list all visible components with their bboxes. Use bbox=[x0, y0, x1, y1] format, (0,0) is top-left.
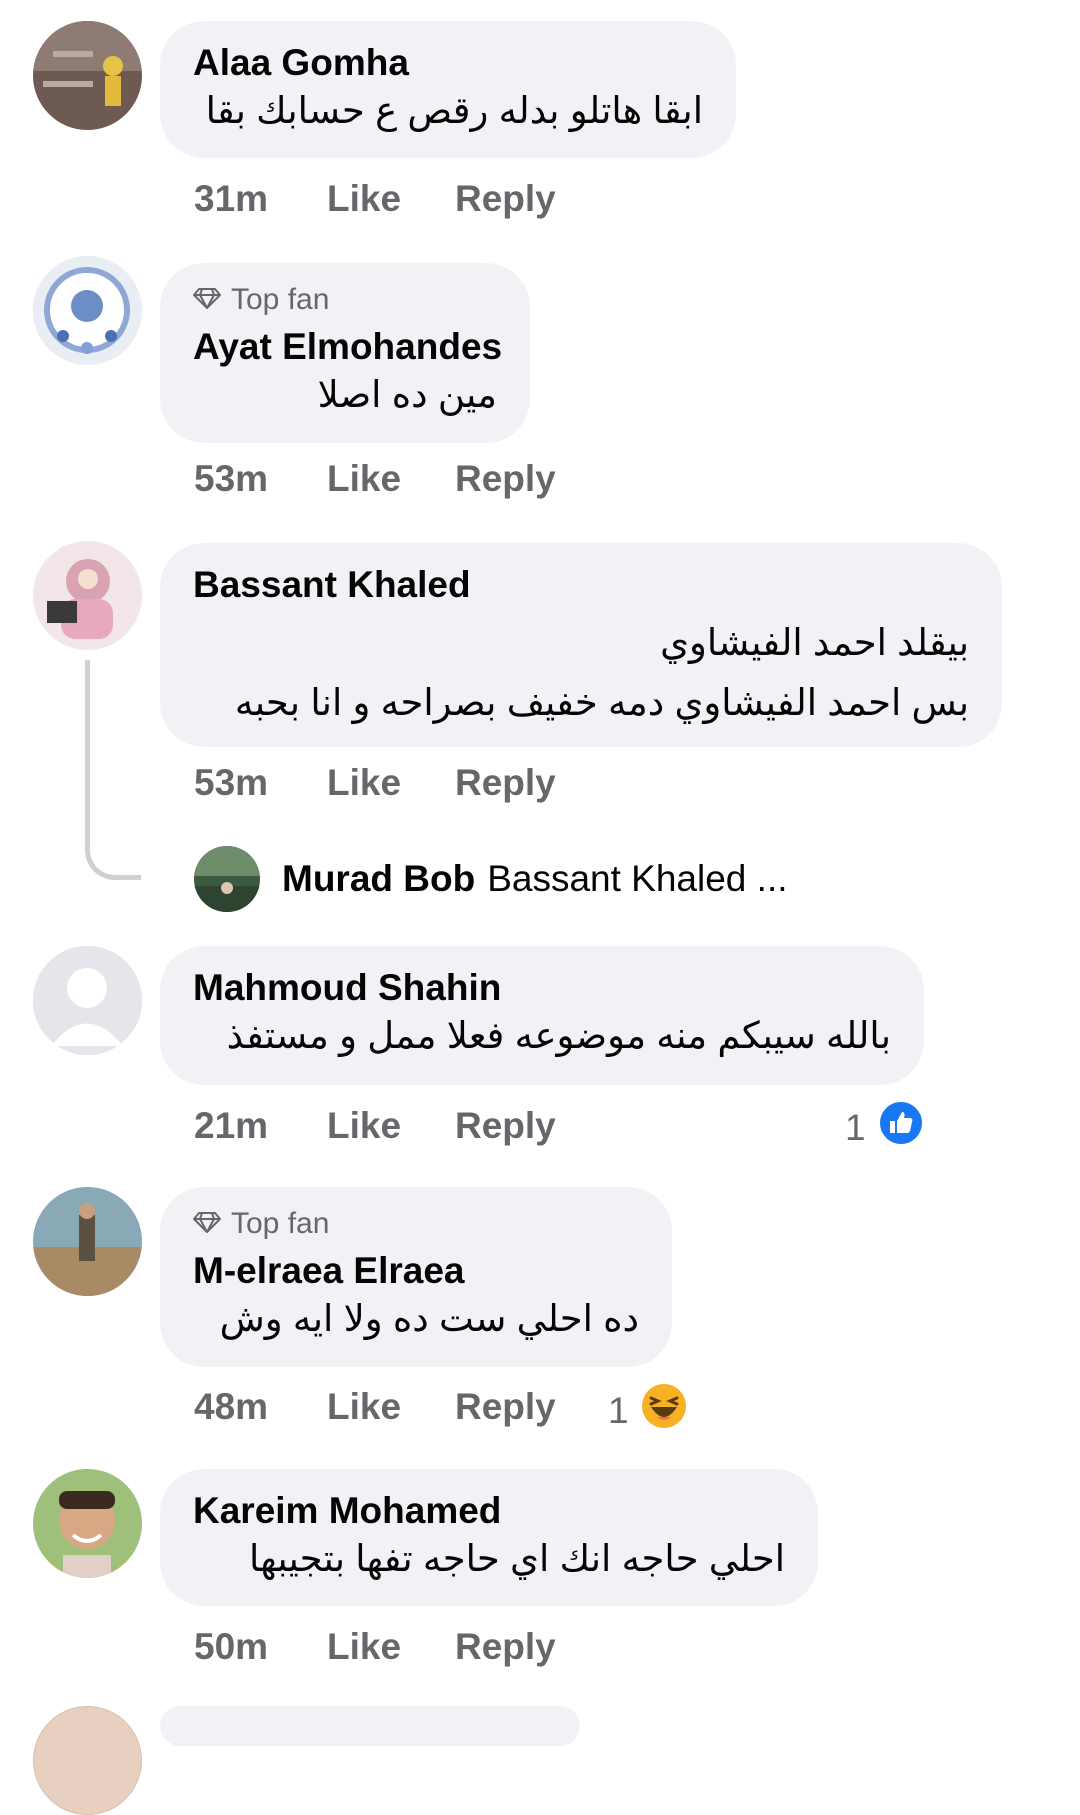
avatar[interactable] bbox=[33, 1706, 142, 1815]
comment-actions: 53m Like Reply bbox=[194, 458, 556, 500]
avatar[interactable] bbox=[33, 1187, 142, 1296]
reaction-count: 1 bbox=[845, 1106, 866, 1148]
reply-button[interactable]: Reply bbox=[455, 458, 556, 500]
comment-text: بالله سيبكم منه موضوعه فعلا ممل و مستفذ bbox=[226, 1015, 891, 1056]
commenter-name[interactable]: Ayat Elmohandes bbox=[193, 325, 502, 369]
comment-bubble: Top fan M-elraea Elraea ده احلي ست ده ول… bbox=[160, 1187, 672, 1367]
reaction-summary[interactable]: 1 bbox=[608, 1383, 687, 1438]
like-button[interactable]: Like bbox=[327, 458, 455, 500]
haha-reaction-icon bbox=[641, 1383, 687, 1438]
reply-button[interactable]: Reply bbox=[455, 178, 556, 220]
reply-preview[interactable]: Murad Bob Bassant Khaled ... bbox=[194, 846, 788, 912]
avatar[interactable] bbox=[33, 541, 142, 650]
reply-button[interactable]: Reply bbox=[455, 1626, 556, 1668]
timestamp[interactable]: 53m bbox=[194, 762, 327, 804]
commenter-name[interactable]: Kareim Mohamed bbox=[193, 1489, 785, 1533]
avatar[interactable] bbox=[194, 846, 260, 912]
comment-text: ده احلي ست ده ولا ايه وش bbox=[219, 1298, 639, 1339]
comment-text-line: بيقلد احمد الفيشاوي bbox=[660, 622, 969, 663]
reply-button[interactable]: Reply bbox=[455, 1386, 556, 1428]
reaction-count: 1 bbox=[608, 1389, 629, 1431]
comment-text-line: بس احمد الفيشاوي دمه خفيف بصراحه و انا ب… bbox=[234, 682, 969, 723]
comment-actions: 21m Like Reply bbox=[194, 1105, 556, 1147]
avatar bbox=[33, 946, 142, 1055]
like-button[interactable]: Like bbox=[327, 178, 455, 220]
badge-label: Top fan bbox=[231, 283, 330, 316]
like-button[interactable]: Like bbox=[327, 1386, 455, 1428]
comment-bubble: Kareim Mohamed احلي حاجه انك اي حاجه تفه… bbox=[160, 1469, 818, 1606]
comment-actions: 48m Like Reply bbox=[194, 1386, 556, 1428]
timestamp[interactable]: 50m bbox=[194, 1626, 327, 1668]
comment-bubble: Mahmoud Shahin بالله سيبكم منه موضوعه فع… bbox=[160, 946, 924, 1085]
commenter-name[interactable]: M-elraea Elraea bbox=[193, 1249, 639, 1293]
reaction-summary[interactable]: 1 bbox=[845, 1100, 924, 1155]
timestamp[interactable]: 31m bbox=[194, 178, 327, 220]
timestamp[interactable]: 48m bbox=[194, 1386, 327, 1428]
like-button[interactable]: Like bbox=[327, 1626, 455, 1668]
comment-text: ابقا هاتلو بدله رقص ع حسابك بقا bbox=[205, 90, 703, 131]
reply-author-name[interactable]: Murad Bob bbox=[282, 858, 475, 899]
comment-actions: 53m Like Reply bbox=[194, 762, 556, 804]
comment-bubble: Alaa Gomha ابقا هاتلو بدله رقص ع حسابك ب… bbox=[160, 21, 736, 158]
comment-text: احلي حاجه انك اي حاجه تفها بتجيبها bbox=[249, 1538, 785, 1579]
reply-button[interactable]: Reply bbox=[455, 762, 556, 804]
avatar[interactable] bbox=[33, 1469, 142, 1578]
comment-actions: 31m Like Reply bbox=[194, 178, 556, 220]
diamond-icon bbox=[193, 1207, 221, 1241]
reply-preview-text: Bassant Khaled ... bbox=[487, 858, 788, 899]
like-button[interactable]: Like bbox=[327, 1105, 455, 1147]
comment-bubble: Bassant Khaled بيقلد احمد الفيشاوي بس اح… bbox=[160, 543, 1002, 747]
comment-actions: 50m Like Reply bbox=[194, 1626, 556, 1668]
like-reaction-icon bbox=[877, 1100, 924, 1155]
badge-label: Top fan bbox=[231, 1207, 330, 1240]
timestamp[interactable]: 21m bbox=[194, 1105, 327, 1147]
avatar[interactable] bbox=[33, 21, 142, 130]
comment-bubble bbox=[160, 1706, 580, 1746]
reply-button[interactable]: Reply bbox=[455, 1105, 556, 1147]
commenter-name[interactable]: Bassant Khaled bbox=[193, 563, 969, 607]
like-button[interactable]: Like bbox=[327, 762, 455, 804]
comment-bubble: Top fan Ayat Elmohandes مين ده اصلا bbox=[160, 263, 530, 443]
reply-snippet[interactable]: Murad Bob Bassant Khaled ... bbox=[282, 858, 788, 900]
top-fan-badge: Top fan bbox=[193, 1207, 639, 1241]
reply-thread-line bbox=[85, 660, 141, 880]
comment-text: مين ده اصلا bbox=[317, 374, 497, 415]
timestamp[interactable]: 53m bbox=[194, 458, 327, 500]
commenter-name[interactable]: Alaa Gomha bbox=[193, 41, 703, 85]
diamond-icon bbox=[193, 283, 221, 317]
commenter-name[interactable]: Mahmoud Shahin bbox=[193, 966, 891, 1010]
top-fan-badge: Top fan bbox=[193, 283, 497, 317]
avatar[interactable] bbox=[33, 256, 142, 365]
